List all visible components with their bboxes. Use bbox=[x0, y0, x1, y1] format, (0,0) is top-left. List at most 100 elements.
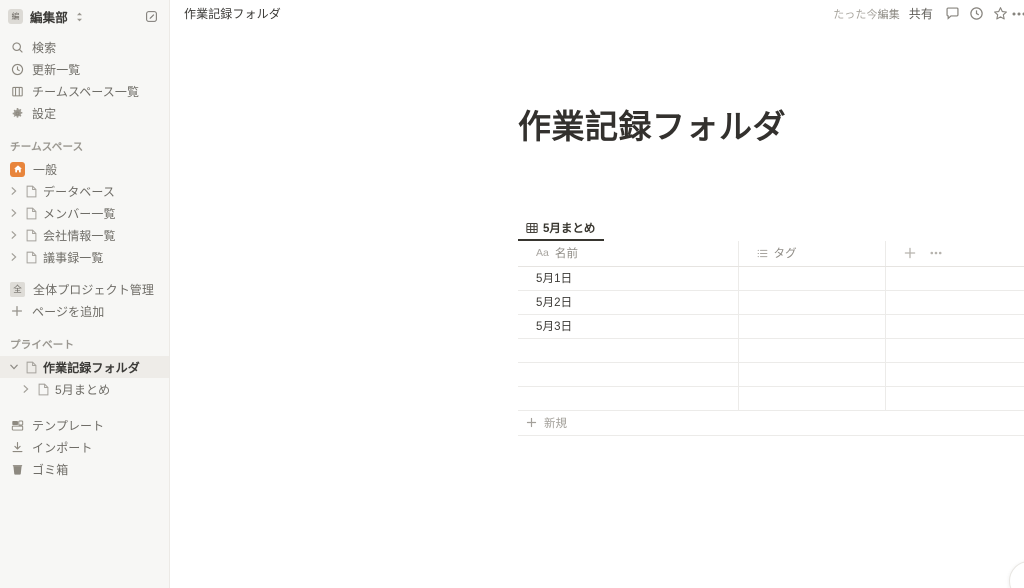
cell-name[interactable]: 5月3日 bbox=[518, 314, 739, 339]
cell-name[interactable]: 5月1日 bbox=[518, 266, 739, 291]
chevron-right-icon[interactable] bbox=[8, 209, 19, 217]
sidebar-item-company-info[interactable]: 会社情報一覧 bbox=[0, 224, 169, 246]
sidebar-item-updates[interactable]: 更新一覧 bbox=[0, 58, 169, 80]
sidebar-item-label: 一般 bbox=[33, 162, 58, 177]
notion-app-window: 編 編集部 検索 更新一覧 チームスペース一覧 設定 チームスペース 一般 デー… bbox=[0, 0, 1024, 588]
sidebar-item-may-summary[interactable]: 5月まとめ bbox=[0, 378, 169, 400]
comment-icon[interactable] bbox=[940, 3, 964, 25]
sidebar-item-database[interactable]: データベース bbox=[0, 180, 169, 202]
project-icon: 全 bbox=[10, 281, 25, 297]
more-options-icon[interactable] bbox=[1012, 12, 1024, 16]
cell-spacer bbox=[885, 266, 1024, 291]
sidebar-item-label: 会社情報一覧 bbox=[43, 228, 116, 243]
home-icon bbox=[10, 161, 25, 177]
sidebar-nav: 検索 更新一覧 チームスペース一覧 設定 bbox=[0, 36, 169, 124]
gear-icon bbox=[10, 106, 24, 120]
workspace-name: 編集部 bbox=[30, 11, 68, 25]
cell-tag[interactable] bbox=[738, 362, 886, 387]
sidebar-item-minutes-list[interactable]: 議事録一覧 bbox=[0, 246, 169, 268]
column-header-tag[interactable]: タグ bbox=[738, 241, 886, 267]
page-icon bbox=[24, 360, 38, 374]
sidebar-item-label: ゴミ箱 bbox=[32, 462, 69, 477]
cell-name[interactable] bbox=[518, 362, 739, 387]
chevron-right-icon[interactable] bbox=[8, 231, 19, 239]
cell-tag[interactable] bbox=[738, 266, 886, 291]
sidebar-item-member-list[interactable]: メンバー一覧 bbox=[0, 202, 169, 224]
sidebar-item-label: 検索 bbox=[32, 40, 57, 55]
table-header-row: Aa 名前 タグ bbox=[518, 241, 1024, 267]
cell-spacer bbox=[885, 386, 1024, 411]
sidebar-item-label: メンバー一覧 bbox=[43, 206, 116, 221]
star-icon[interactable] bbox=[988, 3, 1012, 25]
table-body: 5月1日 5月2日 5月3日 bbox=[518, 266, 1024, 411]
cell-tag[interactable] bbox=[738, 290, 886, 315]
history-clock-icon[interactable] bbox=[964, 3, 988, 25]
new-row-button[interactable]: 新規 bbox=[518, 411, 1024, 436]
table-row[interactable] bbox=[518, 362, 1024, 387]
sidebar-item-work-log-folder[interactable]: 作業記録フォルダ bbox=[0, 356, 169, 378]
cell-name[interactable] bbox=[518, 386, 739, 411]
sidebar-item-add-page[interactable]: ページを追加 bbox=[0, 300, 169, 322]
tab-label: 5月まとめ bbox=[543, 222, 596, 235]
sidebar-item-search[interactable]: 検索 bbox=[0, 36, 169, 58]
table-row[interactable]: 5月2日 bbox=[518, 290, 1024, 315]
cell-spacer bbox=[885, 314, 1024, 339]
sidebar-item-import[interactable]: インポート bbox=[0, 436, 169, 458]
chevron-right-icon[interactable] bbox=[8, 253, 19, 261]
sidebar-item-teamspaces[interactable]: チームスペース一覧 bbox=[0, 80, 169, 102]
cell-text: 5月1日 bbox=[536, 273, 573, 285]
page-icon bbox=[36, 382, 50, 396]
sidebar-item-label: 作業記録フォルダ bbox=[43, 360, 140, 375]
workspace-icon: 編 bbox=[8, 9, 23, 24]
table-row[interactable] bbox=[518, 338, 1024, 363]
table-row[interactable]: 5月3日 bbox=[518, 314, 1024, 339]
page-content: 作業記録フォルダ 5月まとめ Aa 名前 タグ 5月1日 5月2日 5月3日 新… bbox=[170, 100, 1024, 436]
cell-spacer bbox=[885, 290, 1024, 315]
last-edited-status: たった今編集 bbox=[833, 6, 900, 22]
sidebar-item-label: データベース bbox=[43, 184, 116, 199]
title-type-icon: Aa bbox=[536, 247, 549, 260]
breadcrumb[interactable]: 作業記録フォルダ bbox=[184, 5, 281, 22]
column-header-name[interactable]: Aa 名前 bbox=[518, 241, 739, 267]
table-more-options-icon[interactable] bbox=[930, 251, 942, 255]
sidebar-item-trash[interactable]: ゴミ箱 bbox=[0, 458, 169, 480]
sidebar-item-label: 設定 bbox=[32, 106, 57, 121]
table-row[interactable] bbox=[518, 386, 1024, 411]
plus-icon bbox=[526, 417, 537, 428]
cell-tag[interactable] bbox=[738, 338, 886, 363]
tab-may-summary[interactable]: 5月まとめ bbox=[518, 216, 605, 241]
column-label: 名前 bbox=[554, 248, 579, 261]
compose-icon[interactable] bbox=[141, 7, 161, 27]
cell-text: 5月2日 bbox=[536, 297, 573, 309]
cell-tag[interactable] bbox=[738, 386, 886, 411]
chevron-right-icon[interactable] bbox=[20, 385, 31, 393]
help-button[interactable]: ? bbox=[1009, 561, 1024, 588]
page-icon bbox=[24, 228, 38, 242]
cell-name[interactable] bbox=[518, 338, 739, 363]
sidebar-item-all-projects[interactable]: 全 全体プロジェクト管理 bbox=[0, 278, 169, 300]
table-row[interactable]: 5月1日 bbox=[518, 266, 1024, 291]
cell-name[interactable]: 5月2日 bbox=[518, 290, 739, 315]
main-area: 作業記録フォルダ たった今編集 共有 作業記録フォルダ 5月まとめ Aa 名前 … bbox=[170, 0, 1024, 588]
sidebar-bottom-group: テンプレート インポート ゴミ箱 bbox=[0, 414, 169, 480]
cell-tag[interactable] bbox=[738, 314, 886, 339]
template-icon bbox=[10, 418, 24, 432]
teamspace-icon bbox=[10, 84, 24, 98]
table-header: Aa 名前 タグ bbox=[518, 241, 1024, 267]
database-table: Aa 名前 タグ 5月1日 5月2日 5月3日 bbox=[518, 241, 1024, 411]
chevron-right-icon[interactable] bbox=[8, 187, 19, 195]
page-icon bbox=[24, 184, 38, 198]
sidebar-item-general[interactable]: 一般 bbox=[0, 158, 169, 180]
sidebar-item-settings[interactable]: 設定 bbox=[0, 102, 169, 124]
sidebar-item-templates[interactable]: テンプレート bbox=[0, 414, 169, 436]
page-title[interactable]: 作業記録フォルダ bbox=[518, 100, 1024, 148]
last-edited-label: 編集 bbox=[877, 8, 900, 21]
last-edited-time: たった今 bbox=[833, 8, 878, 21]
workspace-switcher[interactable]: 編 編集部 bbox=[0, 3, 169, 30]
import-icon bbox=[10, 440, 24, 454]
chevron-down-icon[interactable] bbox=[8, 364, 19, 370]
share-button[interactable]: 共有 bbox=[902, 5, 940, 22]
page-icon bbox=[24, 206, 38, 220]
add-column-button[interactable] bbox=[904, 247, 916, 259]
cell-text: 5月3日 bbox=[536, 321, 573, 333]
